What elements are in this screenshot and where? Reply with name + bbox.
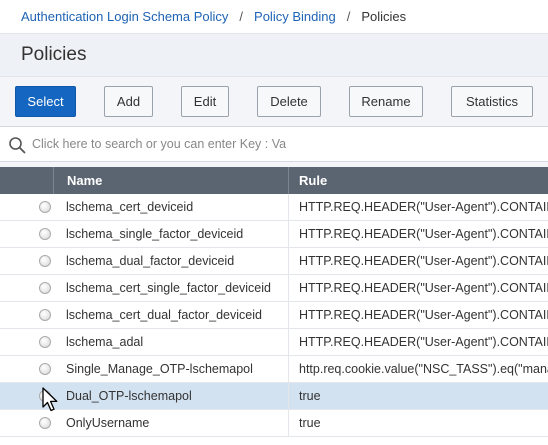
breadcrumb-current: Policies [361, 9, 407, 24]
table-row[interactable]: OnlyUsername true [0, 410, 548, 437]
row-radio[interactable] [39, 282, 51, 294]
edit-button[interactable]: Edit [181, 86, 229, 117]
policy-name: OnlyUsername [66, 416, 150, 430]
page-title: Policies [21, 44, 87, 65]
column-divider [288, 194, 289, 220]
policy-name: lschema_dual_factor_deviceid [66, 254, 235, 268]
policy-name: lschema_cert_single_factor_deviceid [66, 281, 271, 295]
row-radio[interactable] [39, 363, 51, 375]
policy-name: Dual_OTP-lschemapol [66, 389, 192, 403]
table-row[interactable]: lschema_cert_dual_factor_deviceid HTTP.R… [0, 302, 548, 329]
column-divider [288, 248, 289, 274]
policy-rule: HTTP.REQ.HEADER("User-Agent").CONTAINS("… [299, 227, 548, 241]
row-radio[interactable] [39, 201, 51, 213]
toolbar: Select Add Edit Delete Rename Statistics [0, 77, 548, 123]
table-row[interactable]: lschema_single_factor_deviceid HTTP.REQ.… [0, 221, 548, 248]
column-divider [288, 356, 289, 382]
table-row[interactable]: lschema_dual_factor_deviceid HTTP.REQ.HE… [0, 248, 548, 275]
breadcrumb: Authentication Login Schema Policy / Pol… [0, 0, 548, 33]
column-divider [288, 275, 289, 301]
policy-name: Single_Manage_OTP-lschemapol [66, 362, 253, 376]
breadcrumb-link-policy-binding[interactable]: Policy Binding [254, 9, 336, 24]
breadcrumb-link-login-schema-policy[interactable]: Authentication Login Schema Policy [21, 9, 228, 24]
policy-rule: true [299, 416, 321, 430]
mouse-pointer-icon [42, 387, 58, 412]
policy-rule: true [299, 389, 321, 403]
policy-name: lschema_cert_dual_factor_deviceid [66, 308, 262, 322]
column-divider [288, 329, 289, 355]
table-row[interactable]: lschema_adal HTTP.REQ.HEADER("User-Agent… [0, 329, 548, 356]
column-divider [288, 221, 289, 247]
policies-table: Name Rule lschema_cert_deviceid HTTP.REQ… [0, 167, 548, 445]
search-placeholder: Click here to search or you can enter Ke… [32, 137, 287, 151]
breadcrumb-separator: / [239, 9, 244, 24]
table-header: Name Rule [0, 167, 548, 194]
select-button[interactable]: Select [15, 86, 76, 117]
column-header-name[interactable]: Name [67, 167, 102, 194]
delete-button[interactable]: Delete [257, 86, 321, 117]
table-row-selected[interactable]: Dual_OTP-lschemapol true [0, 383, 548, 410]
search-icon [9, 137, 26, 154]
row-radio[interactable] [39, 228, 51, 240]
column-divider [288, 302, 289, 328]
table-row[interactable]: lschema_cert_single_factor_deviceid HTTP… [0, 275, 548, 302]
policy-rule: http.req.cookie.value("NSC_TASS").eq("ma… [299, 362, 548, 376]
column-header-rule[interactable]: Rule [299, 167, 327, 194]
column-divider [288, 410, 289, 436]
policy-rule: HTTP.REQ.HEADER("User-Agent").CONTAINS("… [299, 254, 548, 268]
policy-name: lschema_single_factor_deviceid [66, 227, 244, 241]
row-radio[interactable] [39, 255, 51, 267]
policy-name: lschema_cert_deviceid [66, 200, 194, 214]
policy-name: lschema_adal [66, 335, 144, 349]
rename-button[interactable]: Rename [349, 86, 423, 117]
statistics-button[interactable]: Statistics [451, 86, 533, 117]
table-row[interactable]: lschema_cert_deviceid HTTP.REQ.HEADER("U… [0, 194, 548, 221]
policy-rule: HTTP.REQ.HEADER("User-Agent").CONTAINS("… [299, 281, 548, 295]
table-row[interactable]: Single_Manage_OTP-lschemapol http.req.co… [0, 356, 548, 383]
policy-rule: HTTP.REQ.HEADER("User-Agent").CONTAINS("… [299, 200, 548, 214]
add-button[interactable]: Add [104, 86, 153, 117]
header-divider [288, 167, 289, 194]
policy-rule: HTTP.REQ.HEADER("User-Agent").CONTAINS("… [299, 335, 548, 349]
title-bar: Policies [0, 33, 548, 77]
column-divider [288, 383, 289, 409]
search-input[interactable]: Click here to search or you can enter Ke… [0, 126, 548, 162]
row-radio[interactable] [39, 336, 51, 348]
row-radio[interactable] [39, 309, 51, 321]
breadcrumb-separator: / [346, 9, 351, 24]
header-divider [53, 167, 54, 194]
policy-rule: HTTP.REQ.HEADER("User-Agent").CONTAINS("… [299, 308, 548, 322]
row-radio[interactable] [39, 417, 51, 429]
